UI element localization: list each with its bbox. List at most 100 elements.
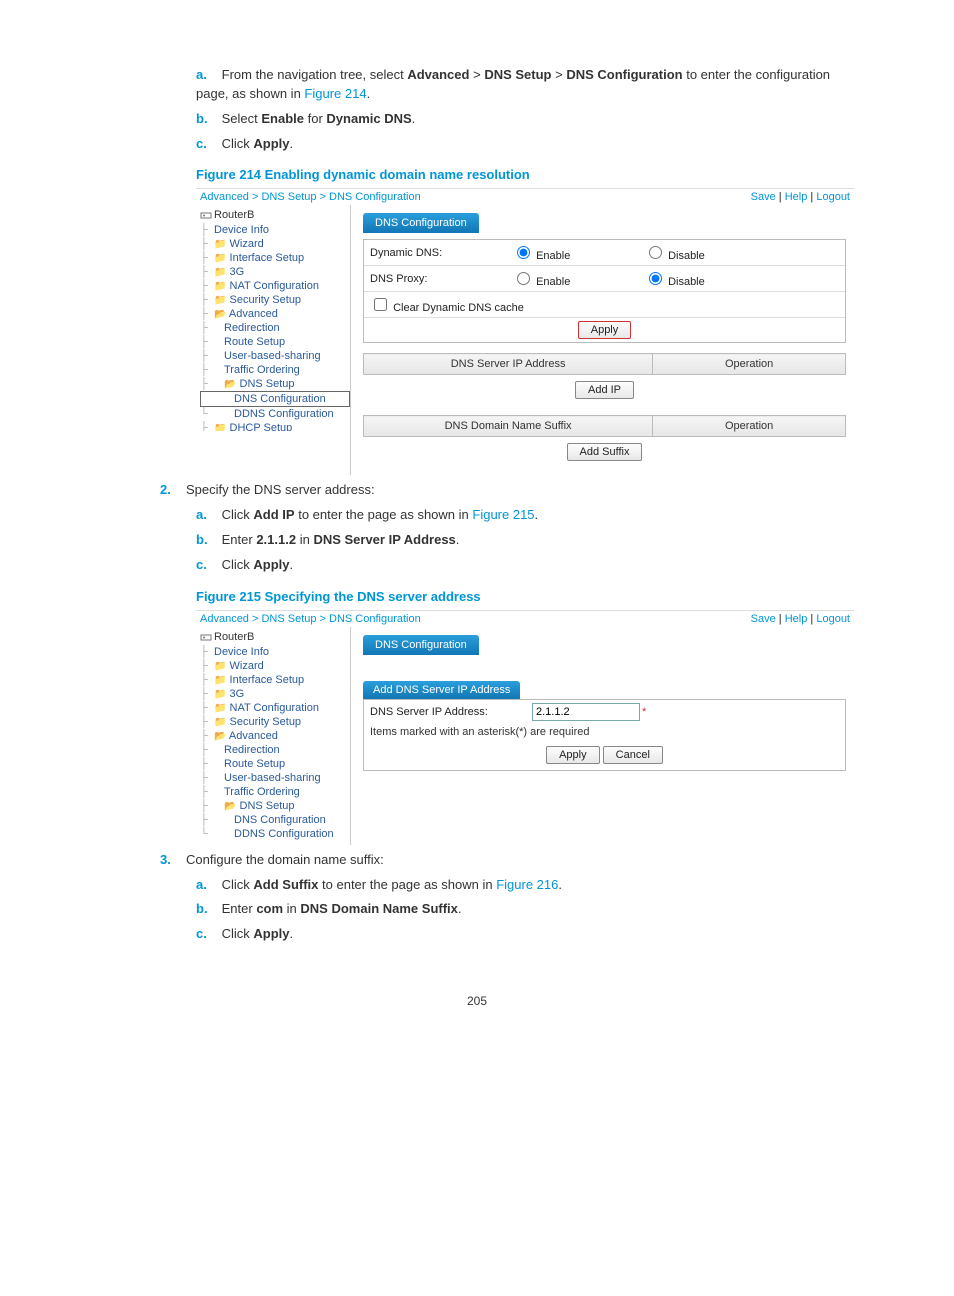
folder-icon: 📁	[214, 239, 226, 250]
folder-open-icon: 📂	[224, 801, 236, 812]
col-header: Operation	[653, 354, 846, 375]
text: Click	[222, 507, 254, 522]
figure-link[interactable]: Figure 215	[472, 507, 534, 522]
folder-icon: 📁	[214, 675, 226, 686]
device-icon	[200, 210, 212, 220]
nav-item[interactable]: └DDNS Configuration	[200, 827, 350, 841]
text: Select	[222, 111, 262, 126]
nav-item[interactable]: ├📂 Advanced	[200, 307, 350, 321]
col-header: DNS Domain Name Suffix	[364, 416, 653, 437]
label: Dynamic DNS:	[364, 240, 506, 266]
text: to enter the page as shown in	[322, 877, 496, 892]
radio-disable[interactable]: Disable	[644, 250, 705, 262]
save-link[interactable]: Save	[751, 613, 776, 625]
step-text: Configure the domain name suffix:	[186, 852, 384, 867]
checkbox-clear-cache[interactable]: Clear Dynamic DNS cache	[370, 302, 524, 314]
text-bold: DNS Server IP Address	[313, 532, 455, 547]
text: Click	[222, 557, 254, 572]
nav-tree: RouterB ├Device Info ├📁 Wizard ├📁 Interf…	[196, 627, 350, 845]
folder-open-icon: 📂	[224, 379, 236, 390]
folder-icon: 📁	[214, 717, 226, 728]
text-bold: Apply	[253, 557, 289, 572]
device-icon	[200, 632, 212, 642]
radio-enable[interactable]: Enable	[512, 276, 570, 288]
nav-item[interactable]: ├📁 3G	[200, 687, 350, 701]
text-bold: Dynamic DNS	[326, 111, 411, 126]
folder-icon: 📁	[214, 661, 226, 672]
nav-item[interactable]: ├Traffic Ordering	[200, 785, 350, 799]
nav-item[interactable]: ├📁 NAT Configuration	[200, 701, 350, 715]
text-bold: Enable	[261, 111, 304, 126]
folder-icon: 📁	[214, 295, 226, 306]
text: Click	[222, 877, 254, 892]
nav-item[interactable]: ├📂 DNS Setup	[200, 799, 350, 813]
logout-link[interactable]: Logout	[816, 191, 850, 203]
nav-item[interactable]: ├User-based-sharing	[200, 349, 350, 363]
text: .	[458, 901, 462, 916]
text-bold: com	[256, 901, 283, 916]
text-bold: DNS Configuration	[566, 67, 682, 82]
nav-item[interactable]: ├📁 DHCP Setup	[200, 421, 350, 431]
dns-server-ip-input[interactable]	[532, 703, 640, 721]
folder-icon: 📁	[214, 689, 226, 700]
nav-item[interactable]: ├📁 Security Setup	[200, 293, 350, 307]
logout-link[interactable]: Logout	[816, 613, 850, 625]
nav-item[interactable]: ├📁 Wizard	[200, 659, 350, 673]
text: in	[300, 532, 314, 547]
nav-item[interactable]: ├Traffic Ordering	[200, 363, 350, 377]
nav-root: RouterB	[200, 631, 350, 643]
nav-item[interactable]: ├📁 3G	[200, 265, 350, 279]
folder-open-icon: 📂	[214, 731, 226, 742]
folder-icon: 📁	[214, 281, 226, 292]
apply-button[interactable]: Apply	[546, 746, 600, 764]
nav-item[interactable]: ├📁 Interface Setup	[200, 673, 350, 687]
text-bold: Add Suffix	[253, 877, 318, 892]
nav-item[interactable]: ├📁 NAT Configuration	[200, 279, 350, 293]
breadcrumb: Advanced > DNS Setup > DNS Configuration	[200, 191, 421, 203]
folder-open-icon: 📂	[214, 309, 226, 320]
text-bold: 2.1.1.2	[256, 532, 296, 547]
nav-item[interactable]: ├Route Setup	[200, 757, 350, 771]
panel-title: Add DNS Server IP Address	[363, 681, 520, 699]
nav-item[interactable]: ├User-based-sharing	[200, 771, 350, 785]
save-link[interactable]: Save	[751, 191, 776, 203]
radio-disable[interactable]: Disable	[644, 276, 705, 288]
nav-item-selected[interactable]: DNS Configuration	[200, 391, 350, 407]
figure-link[interactable]: Figure 214	[304, 86, 366, 101]
col-header: Operation	[653, 416, 846, 437]
nav-item[interactable]: ├📂 DNS Setup	[200, 377, 350, 391]
folder-icon: 📁	[214, 267, 226, 278]
folder-icon: 📁	[214, 253, 226, 264]
add-suffix-button[interactable]: Add Suffix	[567, 443, 643, 461]
text: Click	[222, 136, 254, 151]
nav-item[interactable]: ├📂 Advanced	[200, 729, 350, 743]
nav-item[interactable]: ├Redirection	[200, 321, 350, 335]
text: for	[308, 111, 327, 126]
tab-dns-configuration[interactable]: DNS Configuration	[363, 635, 479, 655]
nav-item[interactable]: ├Redirection	[200, 743, 350, 757]
help-link[interactable]: Help	[785, 191, 808, 203]
nav-item[interactable]: ├Device Info	[200, 645, 350, 659]
text: in	[287, 901, 301, 916]
col-header: DNS Server IP Address	[364, 354, 653, 375]
cancel-button[interactable]: Cancel	[603, 746, 663, 764]
help-link[interactable]: Help	[785, 613, 808, 625]
nav-item[interactable]: ├Device Info	[200, 223, 350, 237]
tab-dns-configuration[interactable]: DNS Configuration	[363, 213, 479, 233]
apply-button[interactable]: Apply	[578, 321, 632, 339]
nav-item[interactable]: ├📁 Security Setup	[200, 715, 350, 729]
figure-link[interactable]: Figure 216	[496, 877, 558, 892]
nav-item[interactable]: ├📁 Interface Setup	[200, 251, 350, 265]
nav-item[interactable]: └DDNS Configuration	[200, 407, 350, 421]
text: From the navigation tree, select	[222, 67, 408, 82]
text: Enter	[222, 901, 257, 916]
text: .	[412, 111, 416, 126]
add-ip-button[interactable]: Add IP	[575, 381, 634, 399]
folder-icon: 📁	[214, 423, 226, 431]
nav-item[interactable]: ├Route Setup	[200, 335, 350, 349]
text: Enter	[222, 532, 257, 547]
nav-item[interactable]: ├DNS Configuration	[200, 813, 350, 827]
radio-enable[interactable]: Enable	[512, 250, 570, 262]
text: Click	[222, 926, 254, 941]
nav-item[interactable]: ├📁 Wizard	[200, 237, 350, 251]
